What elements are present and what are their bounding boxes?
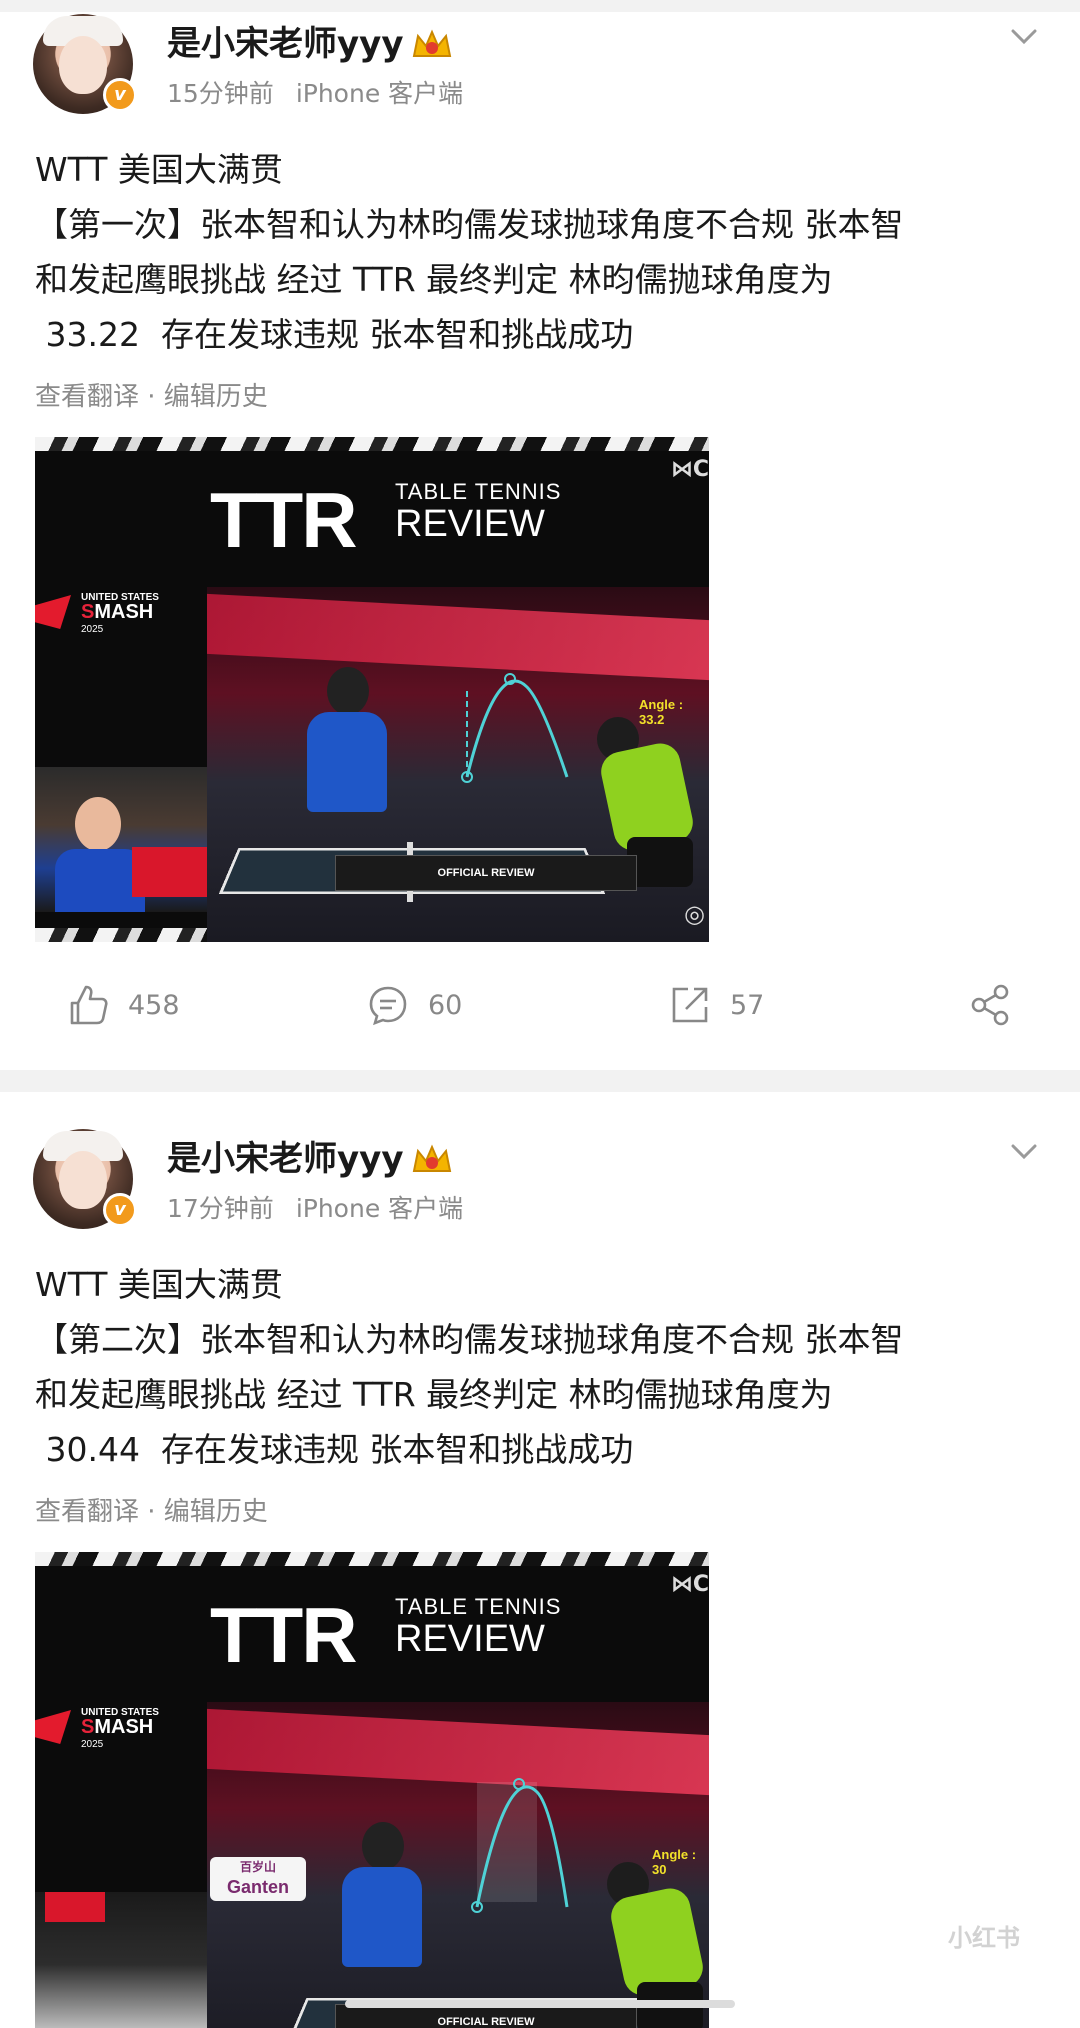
- post-text: WTT 美国大满贯 【第一次】张本智和认为林昀儒发球抛球角度不合规 张本智 和发…: [35, 142, 1045, 362]
- repost-button[interactable]: 57: [668, 975, 764, 1035]
- brand-line2: SMASH: [81, 601, 154, 623]
- angle-readout: Angle : 33.2: [639, 697, 684, 727]
- weibo-watermark-icon: ◎: [684, 900, 705, 928]
- post-text-line: 【第一次】张本智和认为林昀儒发球抛球角度不合规 张本智: [35, 205, 904, 244]
- official-review-badge: OFFICIAL REVIEW: [335, 855, 637, 891]
- post-text-line: 【第二次】张本智和认为林昀儒发球抛球角度不合规 张本智: [35, 1320, 904, 1359]
- ttr-subtitle: TABLE TENNIS REVIEW: [395, 479, 561, 546]
- event-brand: UNITED STATES SMASH 2025: [41, 592, 159, 635]
- chevron-down-icon[interactable]: [1010, 28, 1038, 46]
- post-text-line: 33.22 存在发球违规 张本智和挑战成功: [35, 315, 634, 354]
- username-text: 是小宋老师yyy: [167, 1139, 404, 1179]
- corner-logo-icon: ⋈C: [670, 457, 709, 482]
- verified-badge-icon: v: [103, 78, 137, 112]
- comment-count: 60: [428, 989, 463, 1021]
- post-actions: 458 60 57: [0, 975, 1080, 1035]
- post-text-line: 30.44 存在发球违规 张本智和挑战成功: [35, 1430, 634, 1469]
- ttr-logo: TTR: [210, 476, 358, 564]
- translate-history-links[interactable]: 查看翻译 · 编辑历史: [35, 1491, 268, 1528]
- crown-badge-icon: [412, 1143, 451, 1172]
- chevron-down-icon[interactable]: [1010, 1143, 1038, 1161]
- post-meta: 17分钟前 iPhone 客户端: [167, 1189, 463, 1225]
- event-brand: UNITED STATES SMASH 2025: [41, 1707, 159, 1750]
- video-thumbnail[interactable]: TTR TABLE TENNIS REVIEW ⋈C UNITED STATES…: [35, 1552, 709, 2028]
- comment-button[interactable]: 60: [366, 975, 462, 1035]
- avatar[interactable]: v: [33, 14, 137, 114]
- repost-count: 57: [730, 989, 765, 1021]
- translate-history-links[interactable]: 查看翻译 · 编辑历史: [35, 376, 268, 413]
- player-blue: [337, 1822, 427, 1972]
- repost-icon: [672, 987, 708, 1023]
- xiaohongshu-watermark: 小红书: [948, 1924, 1020, 1952]
- post-text-line: WTT 美国大满贯: [35, 150, 283, 189]
- player-blue: [302, 667, 392, 817]
- sponsor-logo: 百岁山 Ganten: [210, 1857, 306, 1901]
- share-button[interactable]: [968, 975, 1032, 1035]
- video-top-border: [35, 1552, 709, 1566]
- thumbs-up-icon: [70, 985, 108, 1025]
- crown-badge-icon: [412, 28, 451, 57]
- brand-line2: SMASH: [81, 1716, 154, 1738]
- like-count: 458: [128, 989, 180, 1021]
- corner-logo-icon: ⋈C: [670, 1572, 709, 1597]
- video-thumbnail[interactable]: TTR TABLE TENNIS REVIEW ⋈C UNITED STATES…: [35, 437, 709, 942]
- player-inset: [35, 767, 207, 912]
- share-icon: [971, 984, 1009, 1026]
- top-separator: [0, 0, 1080, 12]
- ttr-subtitle-line2: REVIEW: [395, 1618, 545, 1660]
- ttr-logo: TTR: [210, 1591, 358, 1679]
- angle-arc-overlay: [471, 1778, 569, 1913]
- verified-badge-icon: v: [103, 1193, 137, 1227]
- ttr-subtitle-line1: TABLE TENNIS: [395, 1594, 562, 1619]
- angle-arc-overlay: [461, 673, 569, 783]
- avatar-face: [59, 36, 107, 94]
- post-text: WTT 美国大满贯 【第二次】张本智和认为林昀儒发球抛球角度不合规 张本智 和发…: [35, 1257, 1045, 1477]
- angle-readout: Angle : 30: [652, 1847, 697, 1877]
- post-time: 15分钟前: [167, 79, 274, 108]
- brand-line3: 2025: [81, 1739, 104, 1750]
- ttr-subtitle-line2: REVIEW: [395, 503, 545, 545]
- avatar[interactable]: v: [33, 1129, 137, 1229]
- post-client: iPhone 客户端: [295, 1194, 464, 1223]
- like-button[interactable]: 458: [66, 975, 180, 1035]
- comment-icon: [369, 986, 407, 1026]
- post-meta: 15分钟前 iPhone 客户端: [167, 74, 463, 110]
- home-indicator[interactable]: [345, 2000, 735, 2008]
- username-text: 是小宋老师yyy: [167, 24, 404, 64]
- post-text-line: WTT 美国大满贯: [35, 1265, 283, 1304]
- ttr-subtitle-line1: TABLE TENNIS: [395, 479, 562, 504]
- post-text-line: 和发起鹰眼挑战 经过 TTR 最终判定 林昀儒抛球角度为: [35, 260, 833, 299]
- post-client: iPhone 客户端: [295, 79, 464, 108]
- sponsor-line2: Ganten: [226, 1877, 289, 1897]
- player-inset: [35, 1892, 207, 2028]
- post-separator: [0, 1070, 1080, 1092]
- brand-line3: 2025: [81, 624, 104, 635]
- video-top-border: [35, 437, 709, 451]
- post-time: 17分钟前: [167, 1194, 274, 1223]
- avatar-face: [59, 1151, 107, 1209]
- ttr-subtitle: TABLE TENNIS REVIEW: [395, 1594, 561, 1661]
- sponsor-line1: 百岁山: [239, 1860, 276, 1874]
- username[interactable]: 是小宋老师yyy: [167, 16, 454, 65]
- post-text-line: 和发起鹰眼挑战 经过 TTR 最终判定 林昀儒抛球角度为: [35, 1375, 833, 1414]
- username[interactable]: 是小宋老师yyy: [167, 1131, 454, 1180]
